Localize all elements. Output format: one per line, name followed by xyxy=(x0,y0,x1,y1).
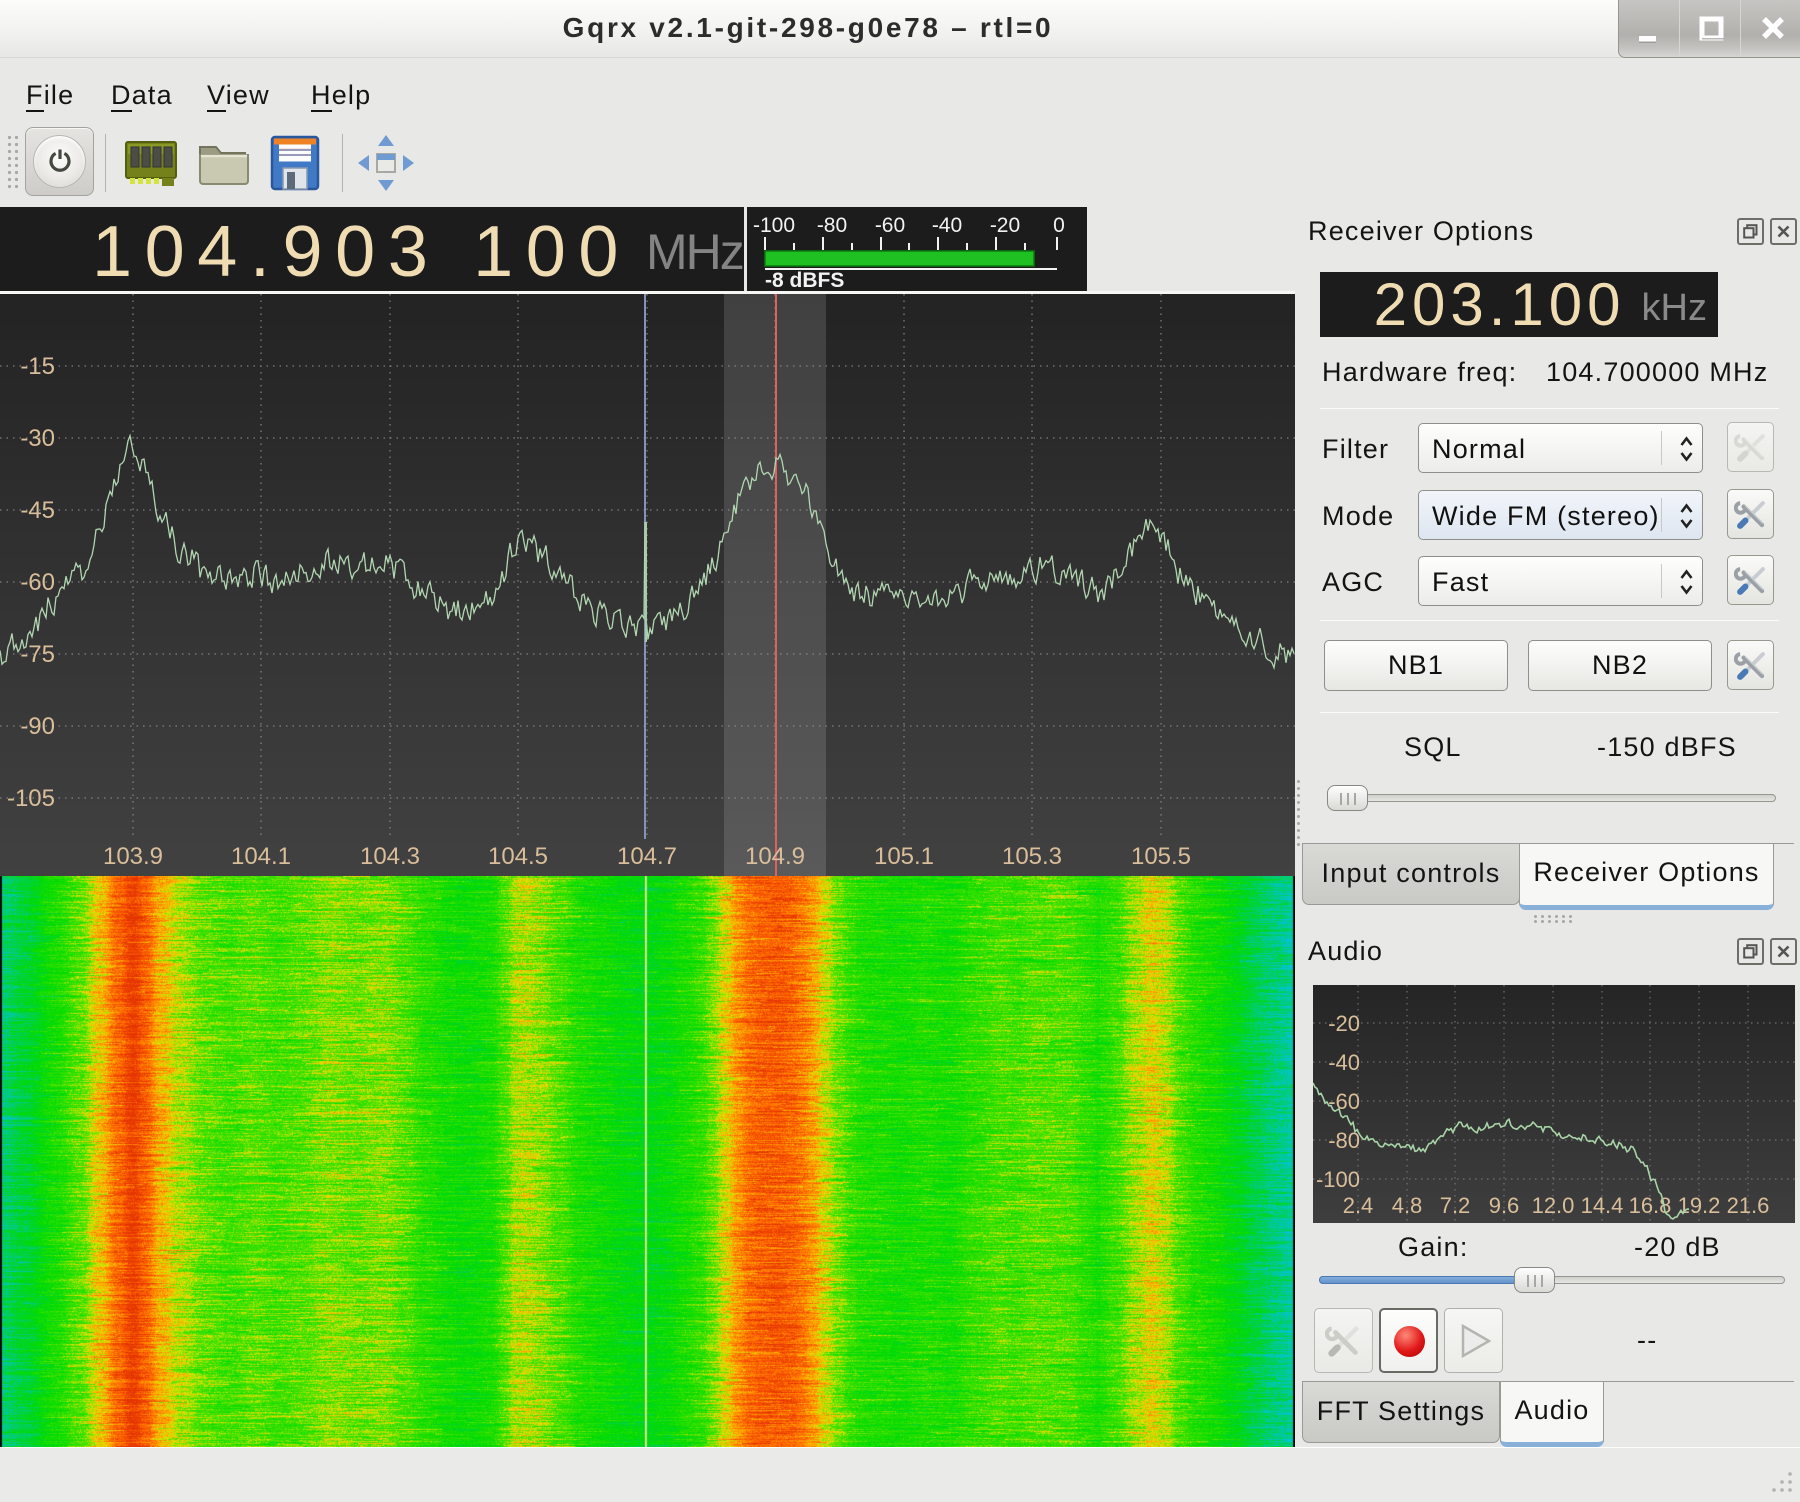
svg-text:103.9: 103.9 xyxy=(103,843,163,870)
svg-text:104.9: 104.9 xyxy=(745,843,805,870)
svg-text:-105: -105 xyxy=(7,785,55,812)
svg-text:16.8: 16.8 xyxy=(1629,1193,1672,1218)
svg-text:4.8: 4.8 xyxy=(1392,1193,1423,1218)
svg-text:12.0: 12.0 xyxy=(1532,1193,1575,1218)
svg-text:-30: -30 xyxy=(20,425,55,452)
svg-text:9.6: 9.6 xyxy=(1489,1193,1520,1218)
svg-text:7.2: 7.2 xyxy=(1440,1193,1471,1218)
svg-text:105.5: 105.5 xyxy=(1131,843,1191,870)
svg-text:-8 dBFS: -8 dBFS xyxy=(765,269,844,291)
svg-text:104.3: 104.3 xyxy=(360,843,420,870)
svg-text:19.2: 19.2 xyxy=(1678,1193,1721,1218)
svg-text:104.7: 104.7 xyxy=(617,843,677,870)
svg-text:105.1: 105.1 xyxy=(874,843,934,870)
svg-text:-20: -20 xyxy=(1328,1011,1360,1036)
svg-text:-60: -60 xyxy=(20,569,55,596)
svg-text:-100: -100 xyxy=(1316,1167,1360,1192)
svg-text:-45: -45 xyxy=(20,497,55,524)
svg-text:-15: -15 xyxy=(20,353,55,380)
svg-text:14.4: 14.4 xyxy=(1581,1193,1624,1218)
svg-text:104.1: 104.1 xyxy=(231,843,291,870)
svg-text:-40: -40 xyxy=(1328,1050,1360,1075)
svg-text:2.4: 2.4 xyxy=(1343,1193,1374,1218)
svg-text:-80: -80 xyxy=(817,214,847,237)
svg-text:-100: -100 xyxy=(753,214,795,237)
svg-text:-90: -90 xyxy=(20,713,55,740)
svg-text:-75: -75 xyxy=(20,641,55,668)
svg-text:-40: -40 xyxy=(932,214,962,237)
svg-text:-60: -60 xyxy=(875,214,905,237)
svg-text:-20: -20 xyxy=(990,214,1020,237)
svg-text:0: 0 xyxy=(1053,214,1065,237)
svg-text:104.5: 104.5 xyxy=(488,843,548,870)
svg-text:105.3: 105.3 xyxy=(1002,843,1062,870)
svg-text:21.6: 21.6 xyxy=(1727,1193,1770,1218)
